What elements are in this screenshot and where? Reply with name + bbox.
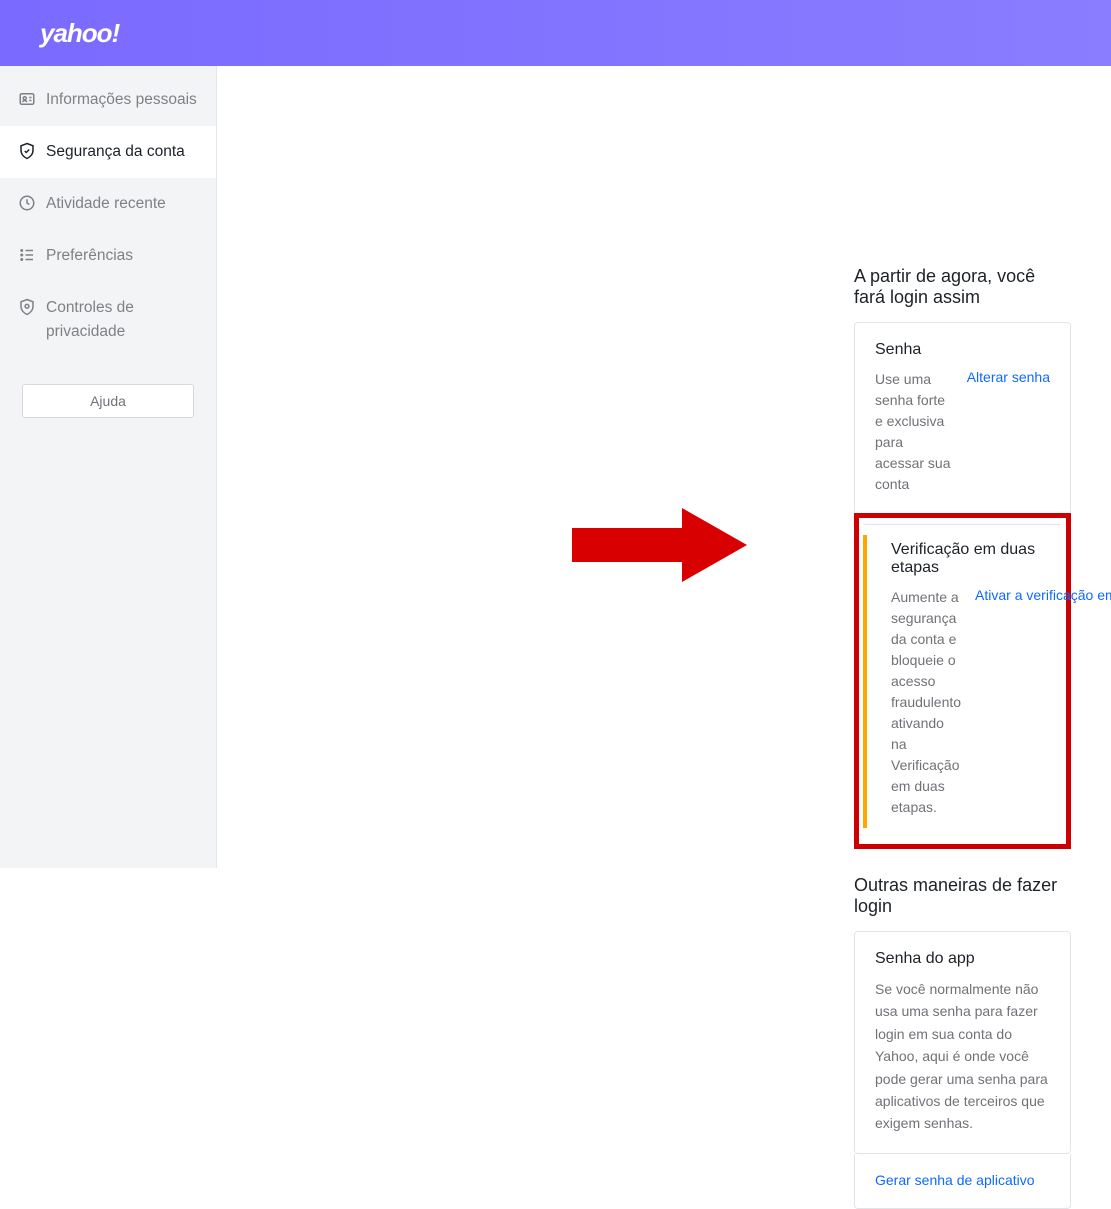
login-section-title: A partir de agora, você fará login assim: [854, 266, 1071, 308]
shield-check-icon: [18, 140, 46, 160]
sidebar-item-privacy-controls[interactable]: Controles de privacidade: [0, 282, 216, 358]
main-panel: A partir de agora, você fará login assim…: [217, 66, 1111, 868]
other-login-title: Outras maneiras de fazer login: [854, 875, 1071, 917]
sidebar-item-label: Atividade recente: [46, 192, 202, 216]
clock-icon: [18, 192, 46, 212]
accent-bar: [863, 535, 867, 828]
two-step-highlight-box: Verificação em duas etapas Aumente a seg…: [854, 513, 1071, 849]
password-card: Senha Use uma senha forte e exclusiva pa…: [854, 322, 1071, 513]
app-password-action-row: Gerar senha de aplicativo: [854, 1154, 1071, 1209]
id-card-icon: [18, 88, 46, 108]
password-card-desc: Use uma senha forte e exclusiva para ace…: [875, 369, 953, 495]
sidebar-item-label: Controles de privacidade: [46, 296, 202, 344]
generate-app-password-link[interactable]: Gerar senha de aplicativo: [875, 1172, 1035, 1188]
main-container: Informações pessoais Segurança da conta …: [0, 66, 1111, 868]
sidebar-item-preferences[interactable]: Preferências: [0, 230, 216, 282]
enable-two-step-link[interactable]: Ativar a verificação em duas etapas: [975, 587, 1111, 603]
shield-gear-icon: [18, 296, 46, 316]
sidebar: Informações pessoais Segurança da conta …: [0, 66, 217, 868]
app-password-title: Senha do app: [875, 950, 1050, 968]
sidebar-item-label: Preferências: [46, 244, 202, 268]
help-button[interactable]: Ajuda: [22, 384, 194, 418]
sidebar-item-account-security[interactable]: Segurança da conta: [0, 126, 216, 178]
two-step-desc: Aumente a segurança da conta e bloqueie …: [891, 587, 961, 818]
header: yahoo!: [0, 0, 1111, 66]
sidebar-item-label: Informações pessoais: [46, 88, 202, 112]
two-step-title: Verificação em duas etapas: [891, 541, 1046, 577]
two-step-card: Verificação em duas etapas Aumente a seg…: [863, 524, 1060, 838]
annotation-arrow-icon: [572, 500, 752, 590]
list-icon: [18, 244, 46, 264]
app-password-desc: Se você normalmente não usa uma senha pa…: [875, 978, 1050, 1135]
sidebar-item-label: Segurança da conta: [46, 140, 202, 164]
password-card-title: Senha: [875, 341, 1050, 359]
sidebar-item-personal-info[interactable]: Informações pessoais: [0, 74, 216, 126]
app-password-card: Senha do app Se você normalmente não usa…: [854, 931, 1071, 1154]
yahoo-logo[interactable]: yahoo!: [40, 18, 119, 49]
change-password-link[interactable]: Alterar senha: [967, 369, 1050, 385]
sidebar-item-recent-activity[interactable]: Atividade recente: [0, 178, 216, 230]
content-column: A partir de agora, você fará login assim…: [854, 266, 1071, 1209]
